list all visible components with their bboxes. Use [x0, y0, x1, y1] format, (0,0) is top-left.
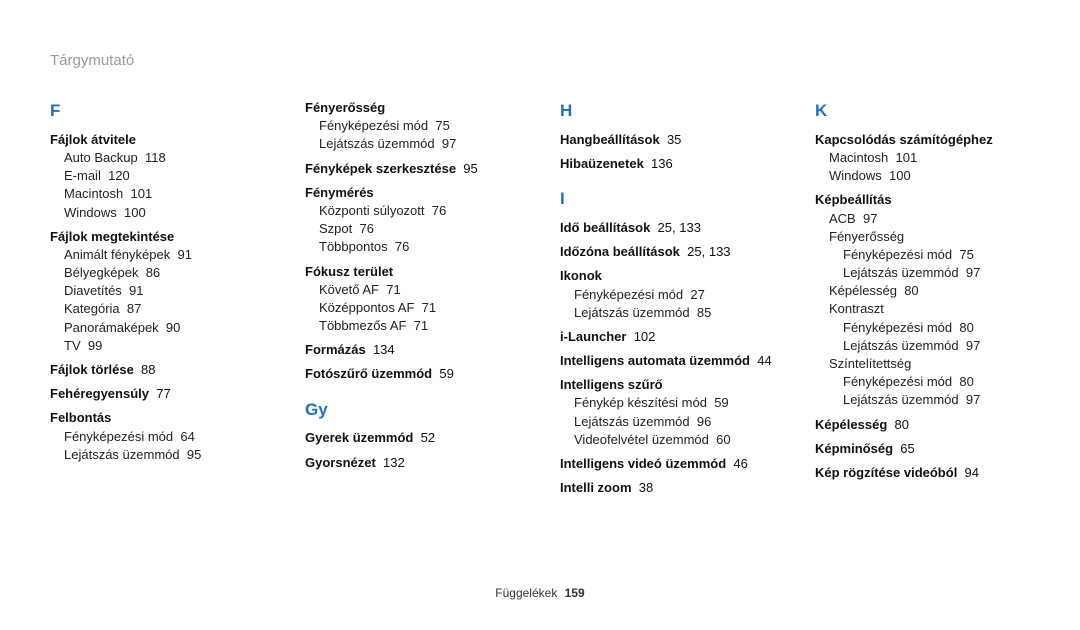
- column-1: F Fájlok átvitele Auto Backup 118 E-mail…: [50, 99, 265, 497]
- entry-sub: Szpot 76: [305, 220, 520, 238]
- entry-sub: Panorámaképek 90: [50, 319, 265, 337]
- section-letter-H: H: [560, 99, 775, 123]
- entry-head: Képminőség 65: [815, 440, 1030, 458]
- entry-head: Intelli zoom 38: [560, 479, 775, 497]
- entry-head: Időzóna beállítások 25, 133: [560, 243, 775, 261]
- column-2: Fényerősség Fényképezési mód 75 Lejátszá…: [305, 99, 520, 497]
- entry-head: Hangbeállítások 35: [560, 131, 775, 149]
- entry-sub: Animált fényképek 91: [50, 246, 265, 264]
- entry-head: Fájlok átvitele: [50, 131, 265, 149]
- entry-subsub: Lejátszás üzemmód 97: [829, 264, 1030, 282]
- entry-sub: Bélyegképek 86: [50, 264, 265, 282]
- entry-sub: Diavetítés 91: [50, 282, 265, 300]
- entry-sub: E-mail 120: [50, 167, 265, 185]
- entry-head: Idő beállítások 25, 133: [560, 219, 775, 237]
- entry-head: Kép rögzítése videóból 94: [815, 464, 1030, 482]
- entry-sub: Követő AF 71: [305, 281, 520, 299]
- entry-subsub: Fényképezési mód 80: [829, 373, 1030, 391]
- entry-sub: Többmezős AF 71: [305, 317, 520, 335]
- entry-sub: Képélesség 80: [815, 282, 1030, 300]
- entry-head: i-Launcher 102: [560, 328, 775, 346]
- entry-head: Formázás 134: [305, 341, 520, 359]
- entry-subsub: Fényképezési mód 80: [829, 319, 1030, 337]
- entry-subgroup: Fényerősség Fényképezési mód 75 Lejátszá…: [815, 228, 1030, 283]
- section-letter-I: I: [560, 187, 775, 211]
- entry-sub: Többpontos 76: [305, 238, 520, 256]
- entry-sub: TV 99: [50, 337, 265, 355]
- entry-head: Fénymérés: [305, 184, 520, 202]
- entry-head: Képbeállítás: [815, 191, 1030, 209]
- entry-sub: Windows 100: [815, 167, 1030, 185]
- entry-head: Fényképek szerkesztése 95: [305, 160, 520, 178]
- entry-sub: Lejátszás üzemmód 85: [560, 304, 775, 322]
- entry-sub: Macintosh 101: [815, 149, 1030, 167]
- entry-head: Felbontás: [50, 409, 265, 427]
- index-page: Tárgymutató F Fájlok átvitele Auto Backu…: [0, 0, 1080, 630]
- footer-label: Függelékek: [495, 586, 557, 600]
- entry-head: Fájlok törlése 88: [50, 361, 265, 379]
- entry-head: Intelligens videó üzemmód 46: [560, 455, 775, 473]
- entry-sub: Windows 100: [50, 204, 265, 222]
- footer-page-number: 159: [565, 586, 585, 600]
- entry-head: Képélesség 80: [815, 416, 1030, 434]
- entry-sub: Fényképezési mód 75: [305, 117, 520, 135]
- entry-sub: Lejátszás üzemmód 96: [560, 413, 775, 431]
- entry-head: Kapcsolódás számítógéphez: [815, 131, 1030, 149]
- entry-subhead: Színtelítettség: [829, 355, 1030, 373]
- entry-sub: Középpontos AF 71: [305, 299, 520, 317]
- section-letter-F: F: [50, 99, 265, 123]
- entry-head: Fotószűrő üzemmód 59: [305, 365, 520, 383]
- entry-sub: Fénykép készítési mód 59: [560, 394, 775, 412]
- entry-sub: Lejátszás üzemmód 95: [50, 446, 265, 464]
- entry-head: Gyerek üzemmód 52: [305, 429, 520, 447]
- entry-sub: Lejátszás üzemmód 97: [305, 135, 520, 153]
- entry-subsub: Fényképezési mód 75: [829, 246, 1030, 264]
- entry-subgroup: Színtelítettség Fényképezési mód 80 Lejá…: [815, 355, 1030, 410]
- entry-sub: Központi súlyozott 76: [305, 202, 520, 220]
- entry-head: Intelligens automata üzemmód 44: [560, 352, 775, 370]
- entry-head: Gyorsnézet 132: [305, 454, 520, 472]
- entry-head: Fényerősség: [305, 99, 520, 117]
- entry-subsub: Lejátszás üzemmód 97: [829, 391, 1030, 409]
- entry-sub: Fényképezési mód 64: [50, 428, 265, 446]
- entry-subhead: Kontraszt: [829, 300, 1030, 318]
- page-title: Tárgymutató: [50, 50, 1030, 71]
- entry-head: Intelligens szűrő: [560, 376, 775, 394]
- page-footer: Függelékek 159: [0, 585, 1080, 602]
- entry-head: Fehéregyensúly 77: [50, 385, 265, 403]
- entry-subgroup: Kontraszt Fényképezési mód 80 Lejátszás …: [815, 300, 1030, 355]
- entry-head: Ikonok: [560, 267, 775, 285]
- entry-sub: Kategória 87: [50, 300, 265, 318]
- entry-subhead: Fényerősség: [829, 228, 1030, 246]
- section-letter-K: K: [815, 99, 1030, 123]
- entry-subsub: Lejátszás üzemmód 97: [829, 337, 1030, 355]
- entry-head: Hibaüzenetek 136: [560, 155, 775, 173]
- column-4: K Kapcsolódás számítógéphez Macintosh 10…: [815, 99, 1030, 497]
- column-3: H Hangbeállítások 35 Hibaüzenetek 136 I …: [560, 99, 775, 497]
- entry-sub: Macintosh 101: [50, 185, 265, 203]
- entry-sub: Auto Backup 118: [50, 149, 265, 167]
- entry-sub: ACB 97: [815, 210, 1030, 228]
- entry-head: Fájlok megtekintése: [50, 228, 265, 246]
- entry-sub: Videofelvétel üzemmód 60: [560, 431, 775, 449]
- index-columns: F Fájlok átvitele Auto Backup 118 E-mail…: [50, 99, 1030, 497]
- entry-head: Fókusz terület: [305, 263, 520, 281]
- section-letter-Gy: Gy: [305, 398, 520, 422]
- entry-sub: Fényképezési mód 27: [560, 286, 775, 304]
